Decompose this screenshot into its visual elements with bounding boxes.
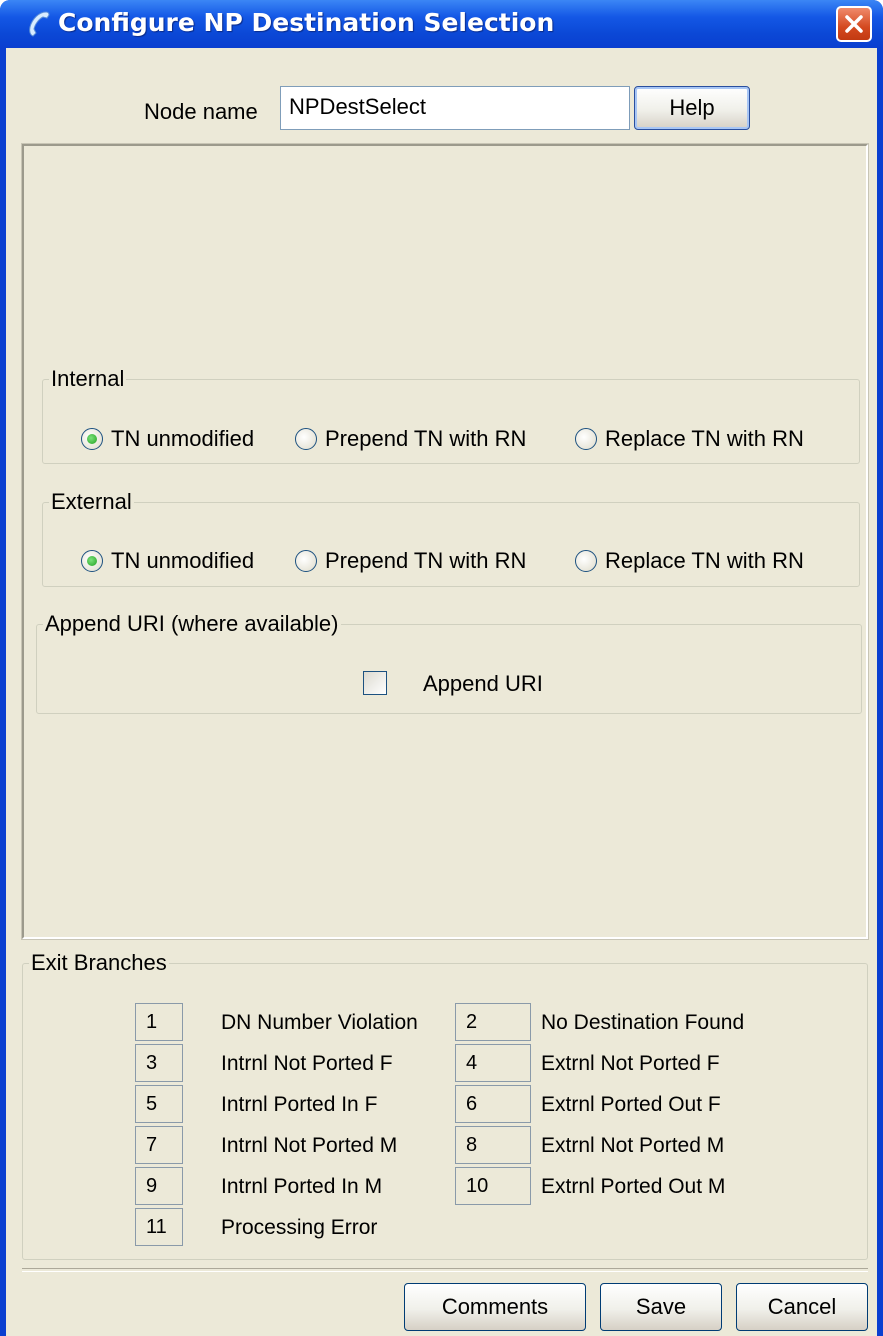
external-tn-unmodified-radio[interactable]: [81, 550, 103, 572]
exit-branch-number: 3: [135, 1044, 183, 1082]
exit-branch-number: 2: [455, 1003, 531, 1041]
internal-replace-radio[interactable]: [575, 428, 597, 450]
exit-branches-group: Exit Branches 1 DN Number Violation 2 No…: [22, 950, 868, 1260]
exit-branch-number: 9: [135, 1167, 183, 1205]
dialog-window: Configure NP Destination Selection Node …: [0, 0, 883, 1336]
save-button[interactable]: Save: [600, 1283, 722, 1331]
exit-branch-number: 10: [455, 1167, 531, 1205]
exit-branch-label: DN Number Violation: [221, 1011, 418, 1034]
exit-branch-label: Intrnl Not Ported M: [221, 1134, 398, 1157]
radio-selected-dot: [87, 556, 97, 566]
internal-group: Internal TN unmodified Prepend TN with R…: [42, 366, 860, 464]
phone-icon: [29, 11, 50, 37]
exit-branch-label: Extrnl Not Ported M: [541, 1134, 725, 1157]
external-group: External TN unmodified Prepend TN with R…: [42, 489, 860, 587]
internal-option-label: TN unmodified: [111, 426, 255, 451]
exit-branches-legend: Exit Branches: [29, 950, 169, 976]
title-bar[interactable]: Configure NP Destination Selection: [0, 0, 883, 48]
window-title: Configure NP Destination Selection: [58, 8, 555, 37]
close-button[interactable]: [836, 6, 872, 42]
help-button[interactable]: Help: [634, 86, 750, 130]
node-name-label: Node name: [144, 99, 258, 124]
node-name-input[interactable]: NPDestSelect: [280, 86, 630, 130]
cancel-button[interactable]: Cancel: [736, 1283, 868, 1331]
exit-branch-number: 8: [455, 1126, 531, 1164]
exit-branch-number: 7: [135, 1126, 183, 1164]
exit-branch-label: No Destination Found: [541, 1011, 745, 1034]
external-option-label: Prepend TN with RN: [325, 548, 527, 573]
exit-branch-label: Extrnl Not Ported F: [541, 1052, 720, 1075]
close-icon: [845, 15, 863, 33]
external-option-label: Replace TN with RN: [605, 548, 804, 573]
exit-branch-label: Intrnl Not Ported F: [221, 1052, 393, 1075]
append-uri-checkbox[interactable]: [363, 671, 387, 695]
internal-option-label: Replace TN with RN: [605, 426, 804, 451]
external-prepend-radio[interactable]: [295, 550, 317, 572]
comments-button[interactable]: Comments: [404, 1283, 586, 1331]
exit-branch-label: Processing Error: [221, 1216, 378, 1239]
radio-selected-dot: [87, 434, 97, 444]
exit-branch-label: Extrnl Ported Out M: [541, 1175, 726, 1198]
internal-legend: Internal: [49, 366, 127, 392]
exit-branch-number: 11: [135, 1208, 183, 1246]
external-legend: External: [49, 489, 134, 515]
exit-branch-label: Extrnl Ported Out F: [541, 1093, 721, 1116]
exit-branch-number: 5: [135, 1085, 183, 1123]
internal-prepend-radio[interactable]: [295, 428, 317, 450]
button-bar-separator: [22, 1268, 868, 1272]
append-uri-legend: Append URI (where available): [43, 611, 341, 637]
exit-branch-label: Intrnl Ported In M: [221, 1175, 383, 1198]
external-option-label: TN unmodified: [111, 548, 255, 573]
internal-option-label: Prepend TN with RN: [325, 426, 527, 451]
exit-branch-number: 4: [455, 1044, 531, 1082]
exit-branch-label: Intrnl Ported In F: [221, 1093, 378, 1116]
internal-tn-unmodified-radio[interactable]: [81, 428, 103, 450]
exit-branch-number: 1: [135, 1003, 183, 1041]
external-replace-radio[interactable]: [575, 550, 597, 572]
exit-branch-number: 6: [455, 1085, 531, 1123]
append-uri-group: Append URI (where available) Append URI: [36, 611, 862, 714]
append-uri-label: Append URI: [423, 671, 543, 696]
